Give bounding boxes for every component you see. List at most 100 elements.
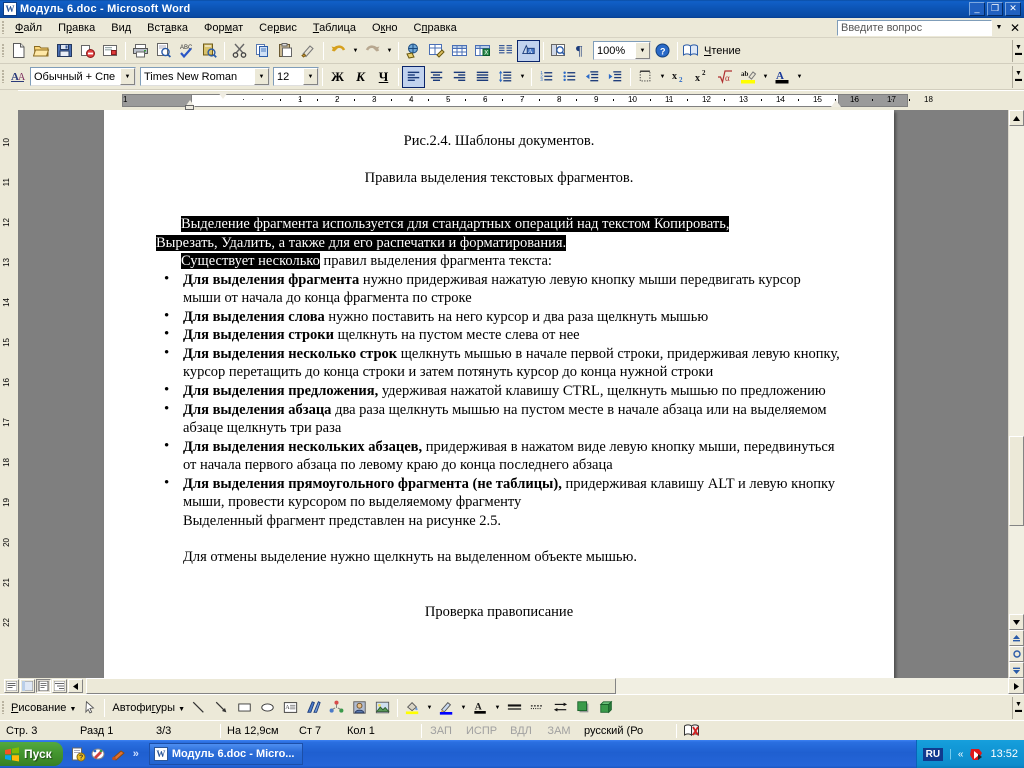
drawing-icon[interactable]: A [517,39,540,62]
styles-and-formatting-icon[interactable]: AA [7,66,30,88]
normal-view-button[interactable] [4,679,19,693]
clip-art-icon[interactable] [348,697,371,719]
vertical-scroll-track[interactable] [1009,126,1024,614]
arrow-style-icon[interactable] [549,697,572,719]
bold-button[interactable]: Ж [326,66,349,88]
ask-dropdown-arrow-icon[interactable]: ▼ [992,19,1006,36]
restore-button[interactable]: ❐ [987,2,1003,16]
document-content[interactable]: Рис.2.4. Шаблоны документов. Правила выд… [104,110,894,631]
open-folder-icon[interactable] [30,40,53,62]
print-preview-icon[interactable] [152,40,175,62]
tool-icon[interactable] [111,746,127,762]
3d-style-icon[interactable] [595,697,618,719]
drawing-menu-button[interactable]: Рисование ▼ [7,702,78,714]
formatting-toolbar-grip[interactable] [0,69,7,85]
font-color-icon[interactable]: A [771,66,794,88]
help-icon[interactable]: ? [71,746,87,762]
drawing-toolbar-grip[interactable] [0,700,7,716]
document-scroll-region[interactable]: Рис.2.4. Шаблоны документов. Правила выд… [18,110,1008,678]
spelling-status-icon[interactable] [677,723,706,738]
underline-button[interactable]: Ч [372,66,395,88]
standard-toolbar-options-button[interactable]: ▼ ▬ [1012,39,1024,62]
line-color-icon[interactable] [435,697,458,719]
justify-icon[interactable] [471,66,494,88]
borders-dropdown-arrow-icon[interactable]: ▼ [657,66,668,88]
show-formatting-marks-icon[interactable]: ¶ [570,40,593,62]
status-track-changes[interactable]: ИСПР [460,725,502,737]
picture-icon[interactable] [371,697,394,719]
select-browse-object-next-button[interactable] [1009,662,1024,678]
insert-hyperlink-icon[interactable] [402,40,425,62]
horizontal-scroll-thumb[interactable] [86,678,616,694]
copy-icon[interactable] [251,40,274,62]
zoom-dropdown-arrow-icon[interactable]: ▼ [635,42,650,59]
fill-color-dropdown-arrow-icon[interactable]: ▼ [424,697,435,719]
wordart-icon[interactable] [302,697,325,719]
redo-icon[interactable] [361,40,384,62]
superscript-icon[interactable]: x2 [691,66,714,88]
menu-tools[interactable]: Сервис [251,20,305,36]
menu-help[interactable]: Справка [406,20,465,36]
line-icon[interactable] [187,697,210,719]
insert-excel-sheet-icon[interactable]: X [471,40,494,62]
bulleted-list-icon[interactable] [558,66,581,88]
list-item[interactable]: Для выделения нескольких абзацев, придер… [156,437,842,475]
new-document-icon[interactable] [7,40,30,62]
font-size-dropdown-arrow-icon[interactable]: ▼ [303,68,318,85]
scroll-up-button[interactable] [1009,110,1024,126]
equation-icon[interactable]: α [714,66,737,88]
outline-view-button[interactable] [52,679,67,693]
align-left-icon[interactable] [402,65,425,88]
select-browse-object-button[interactable] [1009,646,1024,662]
quick-launch-more-button[interactable]: » [131,748,141,760]
print-icon[interactable] [129,40,152,62]
list-item[interactable]: Для выделения фрагмента нужно придержива… [156,270,842,308]
scroll-left-button[interactable] [68,679,83,693]
menu-view[interactable]: Вид [103,20,139,36]
autoshapes-menu-button[interactable]: Автофигуры ▼ [108,702,187,714]
shadow-style-icon[interactable] [572,697,595,719]
permission-icon[interactable] [99,40,122,62]
undo-icon[interactable] [327,40,350,62]
font-combo[interactable]: Times New Roman ▼ [140,67,270,86]
increase-indent-icon[interactable] [604,66,627,88]
font-color-dropdown-arrow-icon[interactable]: ▼ [794,66,805,88]
numbered-list-icon[interactable]: 123 [535,66,558,88]
status-record-mode[interactable]: ЗАП [422,725,460,737]
scroll-down-button[interactable] [1009,614,1024,630]
reading-layout-icon[interactable] [681,40,700,62]
line-spacing-dropdown-arrow-icon[interactable]: ▼ [517,66,528,88]
font-color-dropdown-arrow-icon[interactable]: ▼ [492,697,503,719]
text-box-icon[interactable]: A [279,697,302,719]
standard-toolbar-grip[interactable] [0,43,7,59]
font-dropdown-arrow-icon[interactable]: ▼ [254,68,269,85]
first-line-indent-marker[interactable] [218,92,228,99]
mail-recipient-icon[interactable] [76,40,99,62]
select-browse-object-previous-button[interactable] [1009,630,1024,646]
document-map-icon[interactable] [547,40,570,62]
menu-format[interactable]: Формат [196,20,251,36]
taskbar-item-word[interactable]: W Модуль 6.doc - Micro... [148,743,304,765]
language-indicator[interactable]: RU [922,747,944,761]
print-layout-view-button[interactable] [36,679,51,693]
status-overtype[interactable]: ЗАМ [540,725,578,737]
italic-button[interactable]: К [349,66,372,88]
select-objects-icon[interactable] [78,697,101,719]
list-item[interactable]: Для выделения абзаца два раза щелкнуть м… [156,400,842,438]
scroll-right-button[interactable] [1008,678,1024,694]
style-combo[interactable]: Обычный + Спе ▼ [30,67,136,86]
cut-scissors-icon[interactable] [228,40,251,62]
menu-insert[interactable]: Вставка [139,20,196,36]
document-page[interactable]: Рис.2.4. Шаблоны документов. Правила выд… [104,110,894,678]
oval-icon[interactable] [256,697,279,719]
vertical-scrollbar[interactable] [1008,110,1024,678]
vertical-scroll-thumb[interactable] [1009,436,1024,526]
list-item[interactable]: Для выделения предложения, удерживая наж… [156,381,842,401]
menu-edit[interactable]: Правка [50,20,103,36]
list-item[interactable]: Для выделения несколько строк щелкнуть м… [156,344,842,382]
subscript-icon[interactable]: x2 [668,66,691,88]
tables-and-borders-icon[interactable] [425,40,448,62]
undo-dropdown-arrow-icon[interactable]: ▼ [350,40,361,62]
menu-grip[interactable] [0,20,7,36]
borders-icon[interactable] [634,66,657,88]
